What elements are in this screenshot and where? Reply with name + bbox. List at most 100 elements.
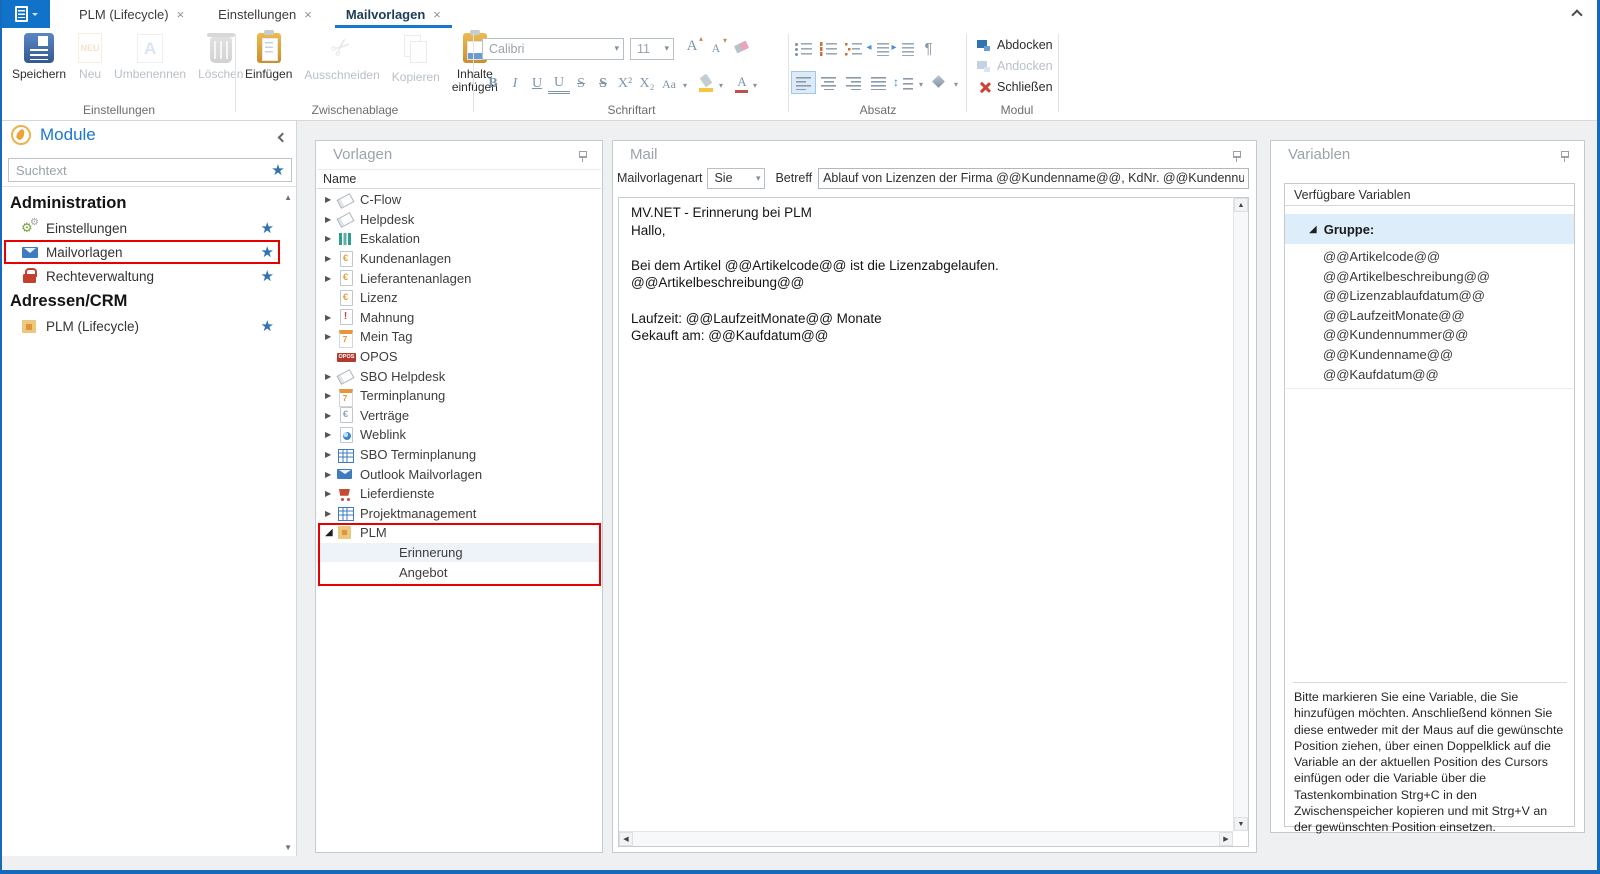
tree-item[interactable]: ▶ Kundenanlagen <box>317 249 601 269</box>
column-header-name[interactable]: Name <box>317 169 601 189</box>
sidebar-entry[interactable]: Adressen/CRM <box>2 288 282 314</box>
mailvorlagenart-select[interactable]: Sie <box>707 168 765 189</box>
align-right-button[interactable] <box>841 71 866 94</box>
module-button[interactable]: Schließen <box>977 76 1053 97</box>
expander-icon[interactable]: ▶ <box>325 372 337 381</box>
favorite-star-icon[interactable] <box>261 219 274 238</box>
tree-item[interactable]: ▶ Lieferantenanlagen <box>317 268 601 288</box>
tree-item[interactable]: ▶ SBO Terminplanung <box>317 445 601 465</box>
subscript-button[interactable]: X₂ <box>636 72 658 96</box>
tree-item[interactable]: ▶ Helpdesk <box>317 210 601 230</box>
variable-item[interactable]: @@Kaufdatum@@ <box>1285 365 1574 385</box>
collapse-ribbon-icon[interactable] <box>1571 9 1582 20</box>
expander-icon[interactable]: ▶ <box>325 215 337 224</box>
sidebar-entry[interactable]: Einstellungen <box>2 216 282 240</box>
shading-button[interactable] <box>926 71 951 94</box>
ribbon-button[interactable]: Kopieren <box>386 28 446 84</box>
expander-icon[interactable]: ▶ <box>325 313 337 322</box>
tab-close-icon[interactable]: × <box>433 7 441 22</box>
line-spacing-caret-icon[interactable] <box>916 74 926 92</box>
vertical-scrollbar[interactable]: ▲ ▼ <box>1233 198 1248 831</box>
scroll-left-icon[interactable]: ◀ <box>619 832 633 846</box>
tree-item[interactable]: ◢ PLM <box>317 523 601 543</box>
scroll-up-icon[interactable]: ▲ <box>284 193 292 202</box>
tree-item[interactable]: ▶ Eskalation <box>317 229 601 249</box>
tree-item[interactable]: ▶ Mein Tag <box>317 327 601 347</box>
variable-item[interactable]: @@LaufzeitMonate@@ <box>1285 306 1574 326</box>
favorite-star-icon[interactable] <box>261 267 274 286</box>
sidebar-entry[interactable]: PLM (Lifecycle) <box>2 314 282 338</box>
font-color-icon[interactable]: A <box>734 74 750 94</box>
variable-item[interactable]: @@Kundennummer@@ <box>1285 325 1574 345</box>
tree-item[interactable]: ▶ Terminplanung <box>317 386 601 406</box>
mail-body-editor[interactable]: MV.NET - Erinnerung bei PLMHallo,Bei dem… <box>618 197 1249 847</box>
tree-item[interactable]: ▶ Projektmanagement <box>317 504 601 524</box>
variable-item[interactable]: @@Kundenname@@ <box>1285 345 1574 365</box>
variable-group-row[interactable]: ◢ Gruppe: <box>1285 214 1574 244</box>
ribbon-button[interactable]: Speichern <box>6 28 72 81</box>
search-favorites-icon[interactable] <box>265 161 291 180</box>
ribbon-button[interactable]: Umbenennen <box>108 28 192 81</box>
expander-icon[interactable]: ▶ <box>325 450 337 459</box>
tab-close-icon[interactable]: × <box>177 7 185 22</box>
tree-item[interactable]: ▶ Mahnung <box>317 308 601 328</box>
tree-item[interactable]: Angebot <box>317 562 601 582</box>
font-color-caret-icon[interactable] <box>750 75 760 93</box>
line-spacing-button[interactable] <box>891 71 916 94</box>
expander-icon[interactable]: ◢ <box>325 527 337 538</box>
document-tab[interactable]: PLM (Lifecycle) × <box>64 0 199 28</box>
variable-item[interactable]: @@Artikelcode@@ <box>1285 247 1574 267</box>
bullet-list-button[interactable] <box>791 37 816 60</box>
numbered-list-button[interactable] <box>816 37 841 60</box>
expander-icon[interactable]: ▶ <box>325 195 337 204</box>
shading-caret-icon[interactable] <box>951 74 961 92</box>
expander-icon[interactable]: ▶ <box>325 391 337 400</box>
tree-item[interactable]: Lizenz <box>317 288 601 308</box>
tree-item[interactable]: ▶ Weblink <box>317 425 601 445</box>
scroll-down-icon[interactable]: ▼ <box>1234 817 1248 831</box>
align-center-button[interactable] <box>816 71 841 94</box>
highlight-color-caret-icon[interactable] <box>716 75 726 93</box>
module-button[interactable]: Andocken <box>977 55 1053 76</box>
bold-button[interactable]: B <box>482 72 504 96</box>
expander-icon[interactable]: ▶ <box>325 234 337 243</box>
increase-indent-button[interactable] <box>891 37 916 60</box>
tree-item[interactable]: Erinnerung <box>317 543 601 563</box>
module-button[interactable]: Abdocken <box>977 34 1053 55</box>
sidebar-entry[interactable]: Mailvorlagen <box>2 240 282 264</box>
expander-icon[interactable]: ◢ <box>1309 224 1317 235</box>
highlight-color-icon[interactable] <box>698 74 716 94</box>
font-name-combobox[interactable]: Calibri <box>482 38 624 60</box>
strikethrough-button[interactable]: S <box>570 72 592 96</box>
double-strikethrough-button[interactable]: S <box>592 72 614 96</box>
variable-item[interactable]: @@Artikelbeschreibung@@ <box>1285 267 1574 287</box>
grow-font-icon[interactable]: A <box>682 38 702 60</box>
shrink-font-icon[interactable]: A <box>706 38 726 60</box>
expander-icon[interactable]: ▶ <box>325 332 337 341</box>
pin-icon[interactable] <box>1232 151 1242 162</box>
change-case-button[interactable]: Aa <box>658 72 680 96</box>
variable-item[interactable]: @@Lizenzablaufdatum@@ <box>1285 286 1574 306</box>
tree-item[interactable]: ▶ C-Flow <box>317 190 601 210</box>
document-tab[interactable]: Mailvorlagen × <box>331 0 456 28</box>
tree-item[interactable]: ▶ Verträge <box>317 406 601 426</box>
underline-button[interactable]: U <box>526 72 548 96</box>
search-input[interactable] <box>9 163 265 178</box>
collapse-sidebar-icon[interactable] <box>278 133 288 143</box>
tree-item[interactable]: OPOS <box>317 347 601 367</box>
superscript-button[interactable]: X² <box>614 72 636 96</box>
favorite-star-icon[interactable] <box>261 243 274 262</box>
pin-icon[interactable] <box>578 151 588 162</box>
multilevel-list-button[interactable] <box>841 37 866 60</box>
clear-formatting-icon[interactable] <box>732 38 752 60</box>
italic-button[interactable]: I <box>504 72 526 96</box>
document-tab[interactable]: Einstellungen × <box>203 0 327 28</box>
font-size-combobox[interactable]: 11 <box>630 38 674 60</box>
sidebar-entry[interactable]: Rechteverwaltung <box>2 264 282 288</box>
tree-item[interactable]: ▶ Lieferdienste <box>317 484 601 504</box>
scroll-down-icon[interactable]: ▼ <box>284 843 292 852</box>
scroll-up-icon[interactable]: ▲ <box>1234 198 1248 212</box>
tree-item[interactable]: ▶ SBO Helpdesk <box>317 366 601 386</box>
app-menu-button[interactable] <box>2 0 50 28</box>
expander-icon[interactable]: ▶ <box>325 509 337 518</box>
